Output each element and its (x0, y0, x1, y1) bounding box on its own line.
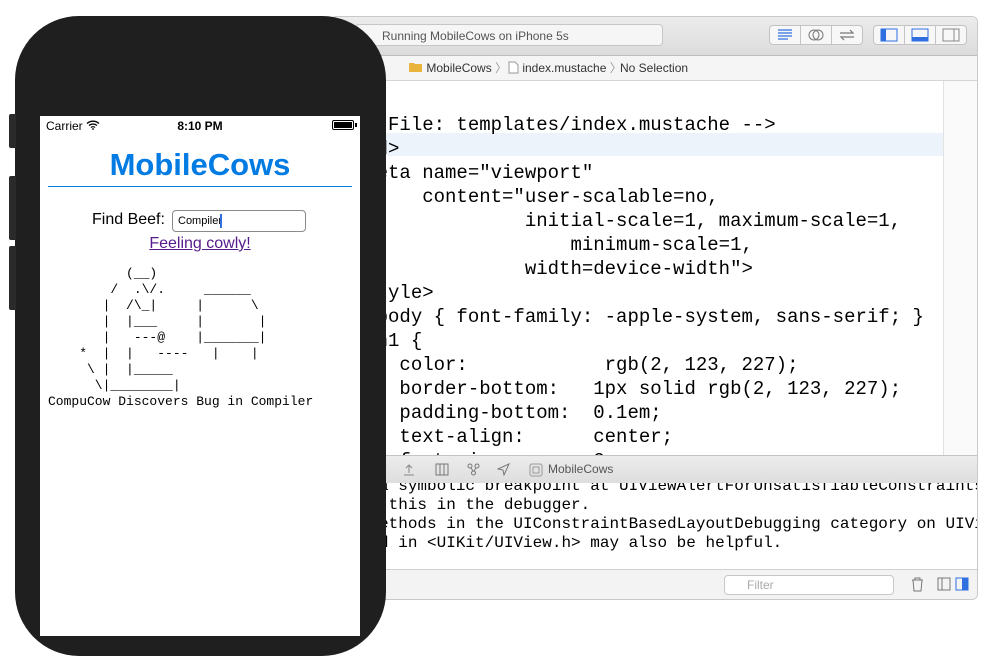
debug-console[interactable]: Make a symbolic breakpoint at UIViewAler… (331, 483, 977, 569)
split-left-icon[interactable] (937, 577, 951, 591)
console-line: The methods in the UIConstraintBasedLayo… (331, 515, 977, 533)
title-underline (48, 186, 352, 187)
code-line: content="user-scalable=no, (422, 186, 719, 208)
split-right-icon[interactable] (955, 577, 969, 591)
assistant-editor-button[interactable] (801, 26, 832, 44)
trash-icon[interactable] (911, 577, 924, 592)
toggle-navigator-button[interactable] (874, 26, 905, 44)
utilities-panel-icon (942, 28, 960, 42)
page-title: MobileCows (109, 147, 291, 182)
jumpbar-folder-label: MobileCows (426, 61, 492, 75)
code-line: <!-- File: templates/index.mustache --> (331, 114, 776, 136)
code-line: color: rgb(2, 123, 227); (399, 354, 799, 376)
file-icon (508, 61, 519, 74)
view-hierarchy-icon[interactable] (435, 463, 449, 476)
step-out-icon[interactable] (403, 463, 415, 476)
status-time: 8:10 PM (177, 119, 223, 133)
battery-fill (334, 122, 352, 128)
find-beef-input[interactable] (172, 210, 306, 232)
console-line: listed in <UIKit/UIView.h> may also be h… (331, 534, 783, 552)
xcode-toolbar: Running MobileCows on iPhone 5s (331, 17, 977, 56)
jumpbar-selection[interactable]: No Selection (620, 56, 688, 80)
toggle-utilities-button[interactable] (936, 26, 966, 44)
console-line: Make a symbolic breakpoint at UIViewAler… (331, 483, 977, 495)
console-output: Make a symbolic breakpoint at UIViewAler… (331, 483, 977, 553)
version-editor-button[interactable] (832, 26, 862, 44)
xcode-window: Running MobileCows on iPhone 5s MobileCo… (330, 16, 978, 600)
cow-ascii-art: (__) / .\/. ______ | /\_| | \ | |___ | |… (48, 266, 314, 409)
mute-switch (9, 114, 16, 148)
version-editor-icon (839, 29, 855, 41)
editor-minimap-gutter (943, 81, 977, 455)
folder-icon (409, 63, 422, 72)
text-caret (220, 214, 222, 228)
standard-editor-button[interactable] (770, 26, 801, 44)
iphone-screen: Carrier 8:10 PM MobileCows Find Beef: Fe… (40, 116, 360, 636)
navigator-panel-icon (880, 28, 898, 42)
code-line: initial-scale=1, maximum-scale=1, (524, 210, 902, 232)
code-line: minimum-scale=1, (570, 234, 753, 256)
view-toggle-segment (873, 25, 967, 45)
source-code: <!-- File: templates/index.mustache --> … (331, 113, 924, 455)
feeling-cowly-link[interactable]: Feeling cowly! (40, 235, 360, 253)
jump-bar: 〉 MobileCows 〉 index.mustache 〉 No Selec… (331, 56, 977, 81)
standard-editor-icon (778, 29, 792, 40)
find-beef-label: Find Beef: (92, 211, 165, 228)
code-line: border-bottom: 1px solid rgb(2, 123, 227… (399, 378, 902, 400)
jumpbar-file-label: index.mustache (522, 61, 607, 75)
debug-panel-icon (911, 28, 929, 42)
jumpbar-file[interactable]: index.mustache 〉 (508, 56, 622, 80)
battery-tip (355, 123, 357, 127)
debug-target-label[interactable]: MobileCows (548, 456, 613, 483)
source-editor[interactable]: <!-- File: templates/index.mustache --> … (331, 81, 943, 455)
assistant-editor-icon (808, 29, 824, 41)
debug-bar: MobileCows (331, 455, 977, 484)
jumpbar-folder[interactable]: MobileCows 〉 (408, 56, 507, 80)
location-icon[interactable] (497, 463, 510, 476)
code-line: body { font-family: -apple-system, sans-… (376, 306, 924, 328)
console-filter-input[interactable]: Filter (724, 575, 894, 595)
battery-icon (332, 120, 354, 130)
app-target-icon (529, 463, 543, 477)
volume-up-button (9, 176, 16, 240)
activity-viewer: Running MobileCows on iPhone 5s (355, 24, 663, 46)
volume-down-button (9, 246, 16, 310)
toggle-debug-area-button[interactable] (905, 26, 936, 44)
status-bar: Carrier 8:10 PM (40, 116, 360, 136)
editor-mode-segment (769, 25, 863, 45)
console-bottom-bar: Filter (331, 569, 977, 599)
memory-graph-icon[interactable] (466, 463, 481, 476)
code-line: width=device-width"> (524, 258, 753, 280)
